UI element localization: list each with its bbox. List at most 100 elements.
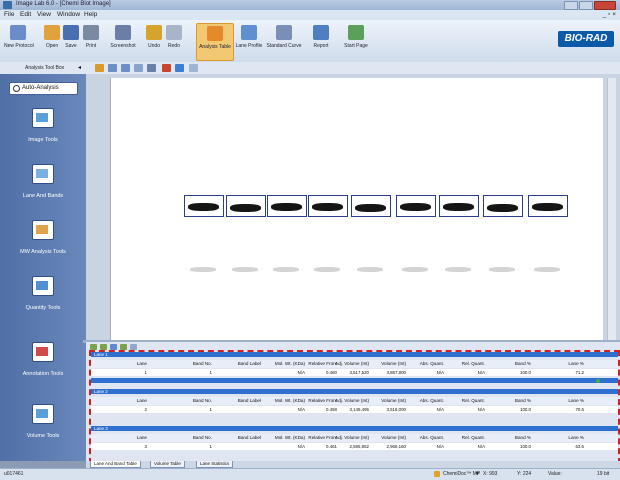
column-header[interactable]: Volume (Int) [381,434,406,442]
toolbar-button-redo[interactable]: Redo [160,23,188,59]
lane-header-bar[interactable]: Lane 3 [91,426,618,431]
table-cell[interactable]: N/A [478,443,485,450]
image-view[interactable] [86,74,620,342]
table-cell[interactable]: 1 [210,443,212,450]
toolbar-button-analysis-table[interactable]: Analysis Table [196,23,234,61]
toolbar-button-standard-curve[interactable]: Standard Curve [266,23,302,59]
table-row[interactable]: 2 1 N/A 0.458 3,149,495 3,518,000 N/A N/A 100.0 7… [91,406,618,413]
pin-icon[interactable]: ◂ [78,64,81,71]
close-button[interactable] [594,1,616,10]
rotate-icon[interactable] [175,64,184,72]
lane-header-bar[interactable]: Lane 1 [91,352,618,357]
tab-volume-table[interactable]: Volume Table [150,461,185,468]
menu-file[interactable]: File [4,11,14,18]
column-header[interactable]: Rel. Quant. [462,360,485,368]
table-cell[interactable]: 1 [145,369,147,376]
tool-annotation[interactable]: Annotation Tools [0,342,86,377]
table-cell[interactable]: N/A [437,443,444,450]
column-header[interactable]: Abs. Quant. [420,360,444,368]
column-header[interactable]: Band Label [238,360,261,368]
column-header[interactable]: Band % [515,360,531,368]
table-cell[interactable]: 2,595,952 [349,443,369,450]
column-header[interactable]: Lane [137,434,147,442]
mdi-controls[interactable]: _ ▫ × [603,11,616,18]
zoom-in-icon[interactable] [108,64,117,72]
column-header[interactable]: Lane % [568,397,584,405]
table-cell[interactable]: N/A [437,406,444,413]
tool-quantity[interactable]: Quantity Tools [0,276,86,311]
toolbar-button-start-page[interactable]: Start Page [342,23,370,59]
column-header[interactable]: Lane % [568,434,584,442]
table-row[interactable]: 1 1 N/A 0.460 3,517,520 3,887,800 N/A N/A 100.0 7… [91,369,618,376]
zoom-out-icon[interactable] [121,64,130,72]
column-header[interactable]: Relative Front [308,397,337,405]
column-header[interactable]: Lane % [568,360,584,368]
table-cell[interactable]: 3,149,495 [349,406,369,413]
column-header[interactable]: Lane [137,397,147,405]
column-header[interactable]: Band No. [193,397,212,405]
table-cell[interactable]: 3,517,520 [349,369,369,376]
menu-help[interactable]: Help [84,11,97,18]
tool-image[interactable]: Image Tools [0,108,86,143]
flag-icon[interactable] [162,64,171,72]
column-header[interactable]: Relative Front [308,434,337,442]
vertical-scrollbar[interactable] [607,78,616,340]
table-cell[interactable]: 0.461 [326,443,337,450]
table-cell[interactable]: N/A [298,406,305,413]
tool-lanes[interactable]: Lane And Bands [0,164,86,199]
toolbar-button-new-protocol[interactable]: New Protocol [4,23,34,59]
column-header[interactable]: Mol. Wt. (KDa) [275,397,305,405]
table-cell[interactable]: 0.460 [326,369,337,376]
table-cell[interactable]: 63.6 [575,443,584,450]
column-header[interactable]: Abs. Quant. [420,397,444,405]
table-cell[interactable]: N/A [298,443,305,450]
minimize-button[interactable] [564,1,578,10]
table-cell[interactable]: 3,887,800 [386,369,406,376]
column-header[interactable]: Relative Front [308,360,337,368]
auto-analysis-button[interactable]: Auto-Analysis [9,82,78,95]
pan-icon[interactable] [95,64,104,72]
table-cell[interactable]: 71.2 [575,369,584,376]
table-cell[interactable]: 100.0 [520,369,531,376]
column-header[interactable]: Volume (Int) [381,397,406,405]
toolbar-button-report[interactable]: Report [307,23,335,59]
column-header[interactable]: Adj. Volume (Int) [335,360,369,368]
table-cell[interactable]: 3,518,000 [386,406,406,413]
column-header[interactable]: Band Label [238,397,261,405]
table-cell[interactable]: 0.458 [326,406,337,413]
table-cell[interactable]: 2 [145,406,147,413]
table-cell[interactable]: 2,968,160 [386,443,406,450]
column-header[interactable]: Volume (Int) [381,360,406,368]
column-header[interactable]: Adj. Volume (Int) [335,434,369,442]
properties-icon[interactable] [189,64,198,72]
column-header[interactable]: Abs. Quant. [420,434,444,442]
toolbar-button-print[interactable]: Print [77,23,105,59]
table-cell[interactable]: 1 [210,369,212,376]
column-header[interactable]: Band % [515,434,531,442]
column-header[interactable]: Band % [515,397,531,405]
table-cell[interactable]: 1 [210,406,212,413]
table-cell[interactable]: 70.6 [575,406,584,413]
menu-window[interactable]: Window [57,11,80,18]
table-cell[interactable]: 100.0 [520,406,531,413]
table-cell[interactable]: N/A [478,406,485,413]
fit-icon[interactable] [134,64,143,72]
column-header[interactable]: Band Label [238,434,261,442]
table-cell[interactable]: 100.0 [520,443,531,450]
tool-mw[interactable]: MW Analysis Tools [0,220,86,255]
column-header[interactable]: Rel. Quant. [462,434,485,442]
column-header[interactable]: Band No. [193,360,212,368]
toolbar-button-lane-profile[interactable]: Lane Profile [233,23,265,59]
tab-lane-statistics[interactable]: Lane Statistics [196,461,234,468]
table-cell[interactable]: 3 [145,443,147,450]
select-icon[interactable] [147,64,156,72]
toolbar-button-screenshot[interactable]: Screenshot [106,23,140,59]
tab-lane-band-table[interactable]: Lane And Band Table [90,461,141,468]
lane-header-bar[interactable]: Lane 2 [91,389,618,394]
blot-image[interactable] [110,78,603,342]
column-header[interactable]: Band No. [193,434,212,442]
column-header[interactable]: Mol. Wt. (KDa) [275,434,305,442]
maximize-button[interactable] [579,1,593,10]
tool-volume[interactable]: Volume Tools [0,404,86,439]
table-cell[interactable]: N/A [298,369,305,376]
